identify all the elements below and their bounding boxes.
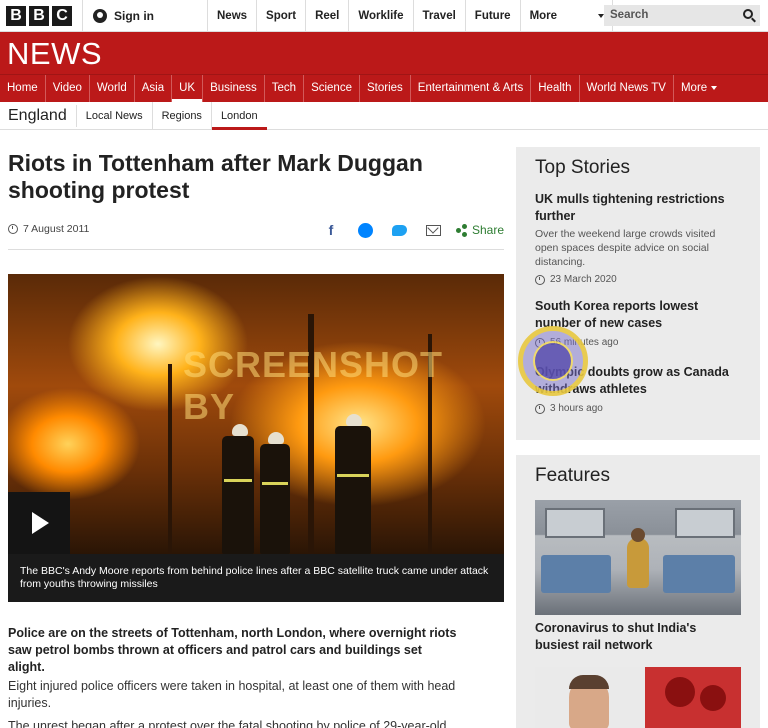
section-nav-more[interactable]: More: [674, 75, 724, 102]
watermark-stamp: [518, 326, 588, 396]
top-story-title[interactable]: UK mulls tightening restrictions further: [535, 191, 735, 225]
clock-icon: [535, 274, 545, 285]
clock-icon: [8, 224, 18, 234]
section-nav-science[interactable]: Science: [304, 75, 360, 102]
global-nav-reel[interactable]: Reel: [305, 0, 348, 32]
chevron-down-icon: [711, 85, 718, 90]
global-nav: News Sport Reel Worklife Travel Future M…: [207, 0, 613, 32]
section-nav-world[interactable]: World: [90, 75, 135, 102]
feature-image[interactable]: [535, 500, 741, 615]
facebook-icon[interactable]: f: [314, 220, 348, 240]
search-placeholder: Search: [610, 9, 649, 21]
secondary-nav-local-news[interactable]: Local News: [77, 101, 153, 130]
video-still: SCREENSHOT BY: [8, 274, 504, 554]
twitter-icon: [391, 224, 407, 236]
search-icon[interactable]: [743, 9, 753, 19]
signin-label: Sign in: [114, 9, 154, 23]
section-nav-uk[interactable]: UK: [172, 75, 204, 102]
global-nav-future[interactable]: Future: [464, 0, 520, 32]
logo-letter: B: [6, 6, 26, 26]
share-label: Share: [472, 223, 505, 237]
share-tools: f Share: [314, 220, 504, 240]
top-story-item[interactable]: UK mulls tightening restrictions further…: [535, 191, 735, 285]
section-nav-world-news-tv[interactable]: World News TV: [580, 75, 674, 102]
logo-letter: B: [29, 6, 49, 26]
section-nav-business[interactable]: Business: [203, 75, 265, 102]
article-paragraph: The unrest began after a protest over th…: [8, 719, 447, 728]
section-nav-asia[interactable]: Asia: [135, 75, 173, 102]
features-title: Features: [535, 465, 610, 486]
feature-title[interactable]: Coronavirus to shut India's busiest rail…: [535, 620, 735, 654]
watermark-text: SCREENSHOT BY: [183, 344, 444, 427]
news-brand[interactable]: NEWS: [7, 36, 102, 72]
section-nav-stories[interactable]: Stories: [360, 75, 411, 102]
email-share[interactable]: [416, 220, 450, 240]
top-stories-title: Top Stories: [535, 157, 631, 178]
secondary-nav-london[interactable]: London: [211, 102, 267, 130]
section-nav-health[interactable]: Health: [531, 75, 580, 102]
article-headline: Riots in Tottenham after Mark Duggan sho…: [8, 150, 423, 203]
article-intro: Police are on the streets of Tottenham, …: [8, 626, 457, 674]
top-story-time: 23 March 2020: [535, 274, 735, 285]
video-caption: The BBC's Andy Moore reports from behind…: [8, 554, 504, 602]
secondary-nav: England Local News Regions London: [0, 101, 768, 130]
secondary-nav-regions[interactable]: Regions: [153, 101, 212, 130]
top-story-summary: Over the weekend large crowds visited op…: [535, 228, 716, 268]
signin-button[interactable]: Sign in: [82, 0, 206, 32]
section-more-label: More: [680, 82, 708, 94]
feature-image[interactable]: [535, 667, 741, 728]
time-text: 23 March 2020: [550, 274, 617, 285]
section-nav-tech[interactable]: Tech: [265, 75, 305, 102]
date-text: 7 August 2011: [23, 223, 90, 235]
section-nav-entertainment[interactable]: Entertainment & Arts: [411, 75, 532, 102]
share-icon: [456, 224, 468, 237]
video-player[interactable]: SCREENSHOT BY The BBC's Andy Moore repor…: [8, 274, 504, 602]
article-date: 7 August 2011: [8, 223, 89, 235]
top-stories-panel: Top Stories UK mulls tightening restrict…: [516, 147, 760, 440]
global-nav-sport[interactable]: Sport: [256, 0, 305, 32]
news-header: NEWS: [0, 32, 768, 74]
article-meta: 7 August 2011 f Share: [8, 214, 504, 250]
section-nav: Home Video World Asia UK Business Tech S…: [0, 74, 768, 102]
global-nav-travel[interactable]: Travel: [412, 0, 465, 32]
more-label: More: [529, 10, 558, 22]
logo-letter: C: [52, 6, 72, 26]
features-panel: Features Coronavirus to shut India's bus…: [516, 455, 760, 728]
share-button[interactable]: Share: [456, 223, 504, 237]
bbc-logo[interactable]: B B C: [6, 6, 72, 26]
global-nav-news[interactable]: News: [207, 0, 256, 32]
email-icon: [425, 224, 441, 236]
messenger-share[interactable]: [348, 220, 382, 240]
clock-icon: [535, 403, 545, 414]
global-nav-worklife[interactable]: Worklife: [348, 0, 412, 32]
top-story-title[interactable]: South Korea reports lowest number of new…: [535, 298, 735, 332]
play-icon[interactable]: [8, 492, 70, 554]
time-text: 3 hours ago: [550, 403, 603, 414]
article-paragraph: Eight injured police officers were taken…: [8, 679, 456, 710]
search-input[interactable]: Search: [604, 5, 760, 26]
global-nav-more[interactable]: More: [519, 0, 613, 32]
messenger-icon: [357, 222, 373, 238]
region-title[interactable]: England: [0, 104, 77, 127]
twitter-share[interactable]: [382, 220, 416, 240]
global-header: B B C Sign in News Sport Reel Worklife T…: [0, 0, 768, 32]
chevron-down-icon: [597, 14, 604, 18]
section-nav-home[interactable]: Home: [0, 75, 46, 102]
top-story-time: 3 hours ago: [535, 403, 735, 414]
section-nav-video[interactable]: Video: [46, 75, 90, 102]
user-icon: [93, 9, 107, 23]
